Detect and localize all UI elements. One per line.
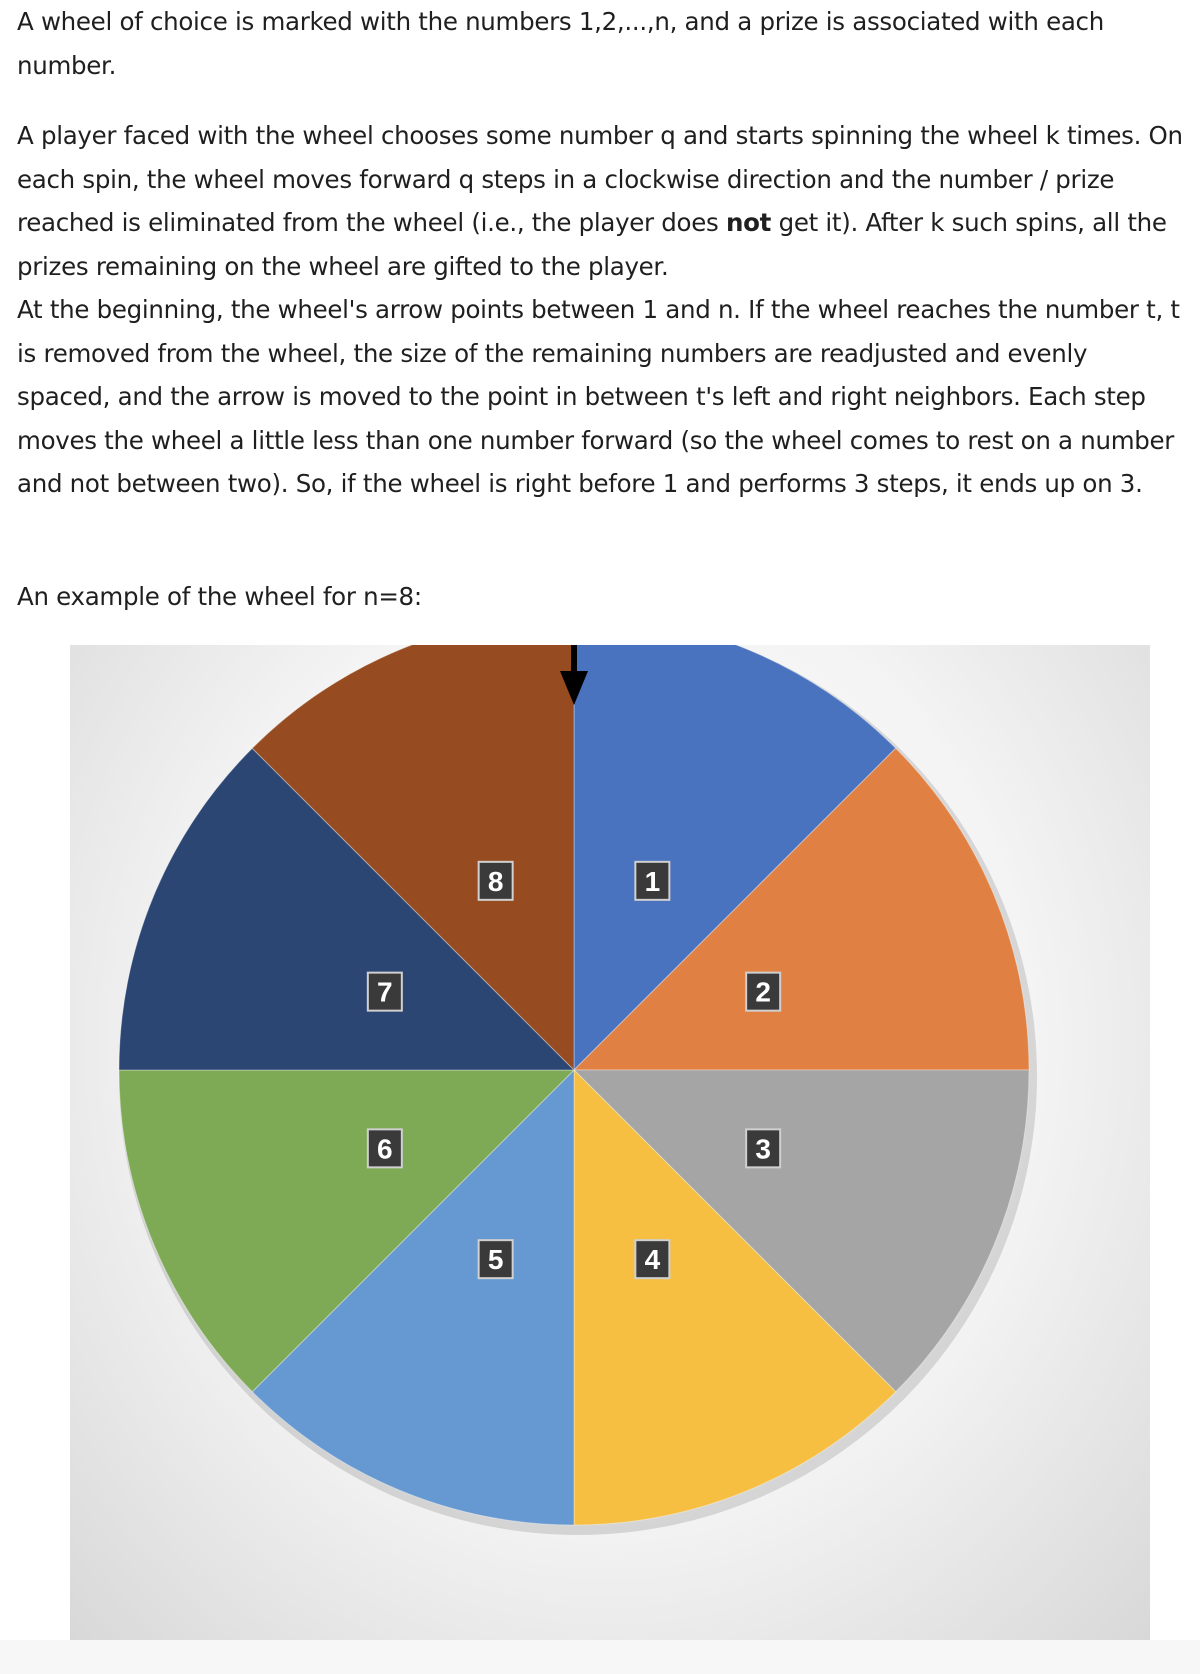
- wheel-label-text: 8: [488, 866, 504, 897]
- wheel-label-text: 5: [488, 1244, 504, 1275]
- wheel-label-3: 3: [745, 1128, 782, 1169]
- wheel-label-text: 1: [645, 866, 661, 897]
- wheel-label-text: 4: [645, 1244, 661, 1275]
- wheel-label-text: 3: [755, 1133, 771, 1164]
- wheel-label-6: 6: [366, 1128, 403, 1169]
- rules-bold-not: not: [725, 208, 772, 237]
- wheel-label-text: 2: [755, 977, 771, 1008]
- wheel-label-2: 2: [745, 971, 782, 1012]
- wheel-label-7: 7: [366, 971, 403, 1012]
- wheel-label-text: 7: [377, 977, 393, 1008]
- wheel-svg: 1 2 3 4 5 6 7 8: [118, 645, 1037, 1535]
- footer-strip: [0, 1640, 1200, 1674]
- rules-paragraph: A player faced with the wheel chooses so…: [17, 114, 1187, 506]
- wheel-label-8: 8: [477, 860, 514, 901]
- wheel-label-4: 4: [634, 1239, 671, 1280]
- example-caption: An example of the wheel for n=8:: [17, 582, 422, 611]
- wheel-label-5: 5: [477, 1239, 514, 1280]
- intro-paragraph: A wheel of choice is marked with the num…: [17, 7, 1104, 80]
- pointer-arrow-shaft: [571, 645, 577, 673]
- rules-text-3: At the beginning, the wheel's arrow poin…: [17, 295, 1180, 498]
- wheel-label-1: 1: [634, 860, 671, 901]
- wheel-figure: 1 2 3 4 5 6 7 8: [70, 645, 1150, 1640]
- wheel-label-text: 6: [377, 1133, 393, 1164]
